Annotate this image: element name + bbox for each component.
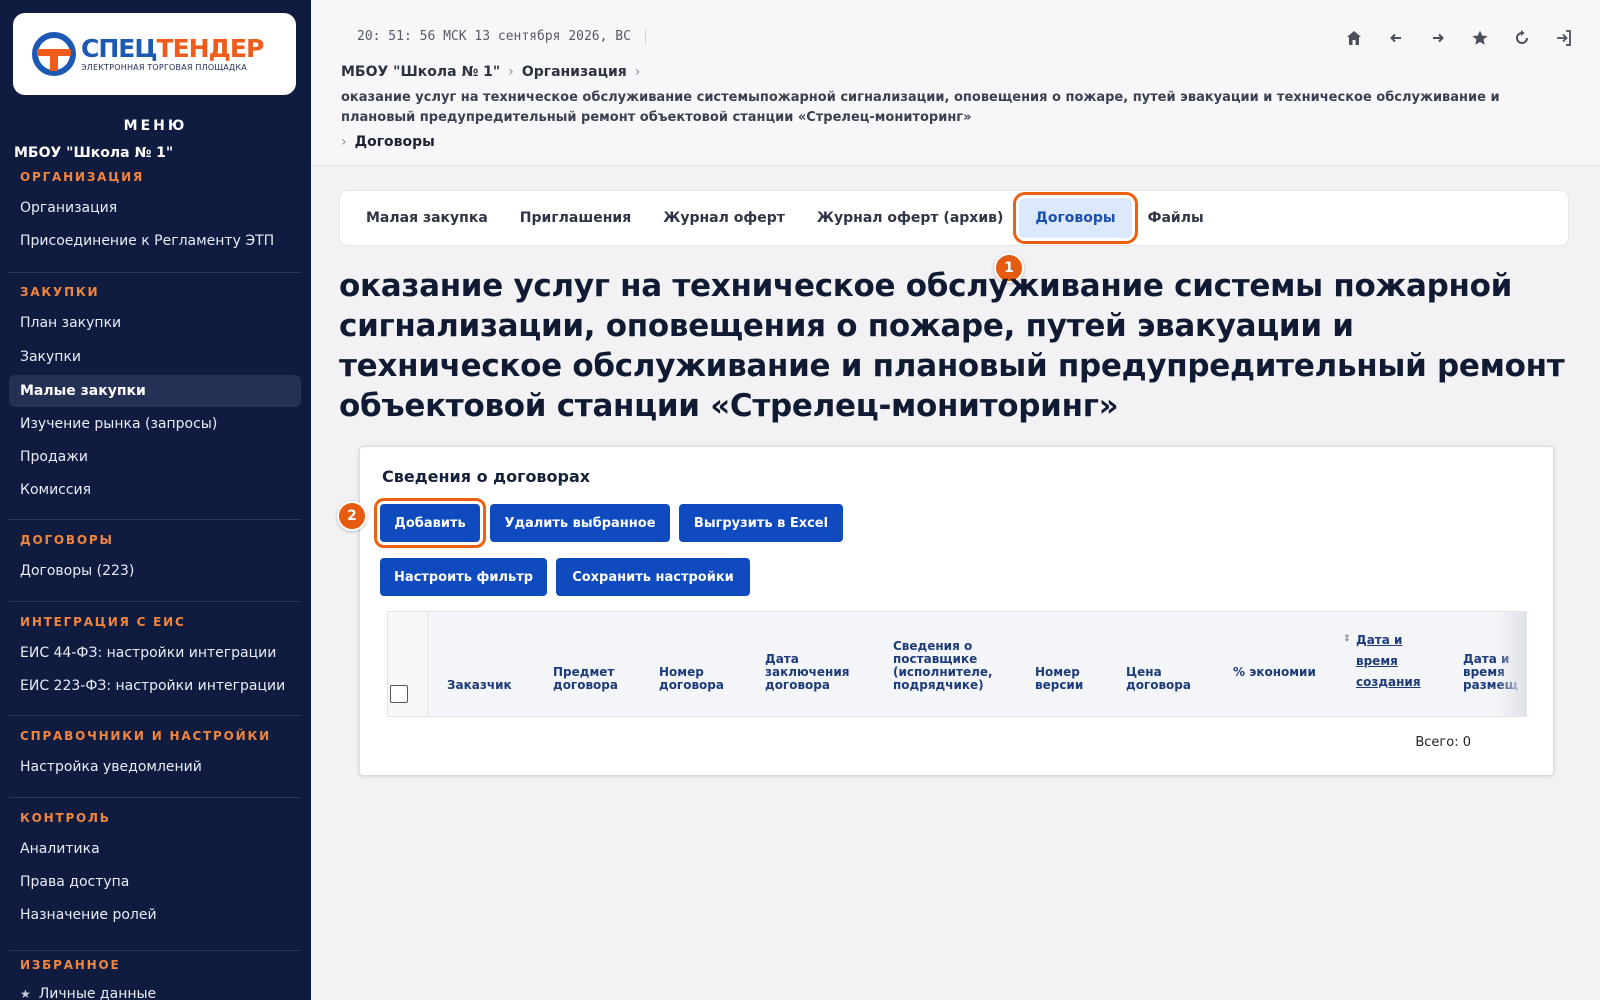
sidebar-item-procurement-plan[interactable]: План закупки [9,307,301,339]
sidebar-item-market-research[interactable]: Изучение рынка (запросы) [9,408,301,440]
column-header-version[interactable]: Номер версии [1035,666,1105,692]
clock: 20: 51: 56 МСК 13 сентября 2026, ВС [357,29,646,44]
sidebar-item-roles[interactable]: Назначение ролей [9,899,301,931]
sidebar: СПЕЦТЕНДЕР ЭЛЕКТРОННАЯ ТОРГОВАЯ ПЛОЩАДКА… [0,0,311,1000]
breadcrumb: МБОУ "Школа № 1" › Организация › [341,64,648,80]
table-scroll-fade [1496,612,1526,716]
section-title-eis-integration: ИНТЕГРАЦИЯ С ЕИС [20,615,186,629]
breadcrumb-section[interactable]: Организация [522,64,627,80]
sidebar-divider [9,519,301,520]
sidebar-divider [9,715,301,716]
page-title: оказание услуг на техническое обслуживан… [339,268,1565,424]
section-title-favorites: ИЗБРАННОЕ [20,958,121,972]
logo-subtitle: ЭЛЕКТРОННАЯ ТОРГОВАЯ ПЛОЩАДКА [81,63,247,72]
section-title-organization: ОРГАНИЗАЦИЯ [20,170,145,184]
column-header-price[interactable]: Цена договора [1126,666,1216,692]
section-title-contracts: ДОГОВОРЫ [20,533,114,547]
logo[interactable]: СПЕЦТЕНДЕР ЭЛЕКТРОННАЯ ТОРГОВАЯ ПЛОЩАДКА [13,13,296,95]
column-header-number[interactable]: Номер договора [659,666,749,692]
forward-arrow-icon[interactable] [1426,26,1450,50]
sidebar-org-name: МБОУ "Школа № 1" [14,145,174,161]
tab-files[interactable]: Файлы [1132,198,1220,238]
sidebar-divider [9,601,301,602]
back-arrow-icon[interactable] [1384,26,1408,50]
column-header-conclusion-date[interactable]: Дата заключения договора [765,653,865,692]
logo-mark-icon [31,31,77,77]
section-title-settings: СПРАВОЧНИКИ И НАСТРОЙКИ [20,729,271,743]
logout-icon[interactable] [1552,26,1576,50]
column-header-customer[interactable]: Заказчик [447,679,537,692]
total-count: Всего: 0 [1415,735,1471,750]
sidebar-divider [9,797,301,798]
column-header-created[interactable]: Дата и время создания [1356,630,1441,693]
sidebar-item-procurements[interactable]: Закупки [9,341,301,373]
column-header-subject[interactable]: Предмет договора [553,666,643,692]
sidebar-item-personal-data[interactable]: ★ Личные данные [9,978,301,1000]
filter-settings-button[interactable]: Настроить фильтр [380,558,547,596]
save-settings-button[interactable]: Сохранить настройки [556,558,750,596]
sidebar-item-commission[interactable]: Комиссия [9,474,301,506]
main-content: 20: 51: 56 МСК 13 сентября 2026, ВС МБОУ… [311,0,1600,1000]
sidebar-item-eis-44[interactable]: ЕИС 44-ФЗ: настройки интеграции [9,637,301,669]
sidebar-item-small-procurements[interactable]: Малые закупки [9,375,301,407]
select-all-checkbox[interactable] [390,685,408,703]
breadcrumb-current: › Договоры [341,134,435,150]
sidebar-item-organization[interactable]: Организация [9,192,301,224]
breadcrumb-org[interactable]: МБОУ "Школа № 1" [341,64,500,80]
logo-name-part2: ТЕНДЕР [156,34,265,63]
sidebar-divider [9,272,301,273]
top-icons [1342,26,1576,50]
contracts-card: Сведения о договорах Добавить Удалить вы… [359,446,1554,776]
tab-contracts[interactable]: Договоры [1013,192,1138,244]
breadcrumb-procurement[interactable]: оказание услуг на техническое обслуживан… [341,88,1571,128]
sidebar-item-regulation[interactable]: Присоединение к Регламенту ЭТП [9,225,301,257]
contracts-table: Заказчик Предмет договора Номер договора… [387,611,1527,717]
sidebar-item-contracts[interactable]: Договоры (223) [9,555,301,587]
top-header: 20: 51: 56 МСК 13 сентября 2026, ВС МБОУ… [311,0,1600,166]
home-icon[interactable] [1342,26,1366,50]
sidebar-item-eis-223[interactable]: ЕИС 223-ФЗ: настройки интеграции [9,670,301,702]
column-header-economy[interactable]: % экономии [1233,666,1323,679]
export-excel-button[interactable]: Выгрузить в Excel [679,504,843,542]
section-title-procurements: ЗАКУПКИ [20,285,100,299]
sidebar-item-access-rights[interactable]: Права доступа [9,866,301,898]
tab-small-procurement[interactable]: Малая закупка [350,198,504,238]
tab-offers-archive[interactable]: Журнал оферт (архив) [801,198,1020,238]
tab-invitations[interactable]: Приглашения [504,198,647,238]
breadcrumb-separator: › [341,134,347,150]
add-button[interactable]: Добавить [374,498,486,548]
select-column-header [388,612,428,716]
breadcrumb-separator: › [508,64,514,80]
step-marker-2: 2 [337,501,367,531]
tab-bar: Малая закупка Приглашения Журнал оферт Ж… [339,190,1569,246]
column-header-supplier[interactable]: Сведения о поставщике (исполнителе, подр… [893,640,1013,692]
breadcrumb-current-label: Договоры [354,134,435,150]
star-icon: ★ [20,987,31,1000]
sidebar-item-notifications[interactable]: Настройка уведомлений [9,751,301,783]
menu-title: МЕНЮ [123,118,188,134]
logo-name-part1: СПЕЦ [81,34,158,63]
sidebar-divider [9,950,301,951]
sidebar-item-sales[interactable]: Продажи [9,441,301,473]
section-title-control: КОНТРОЛЬ [20,811,111,825]
refresh-icon[interactable] [1510,26,1534,50]
card-title: Сведения о договорах [382,467,591,486]
delete-selected-button[interactable]: Удалить выбранное [490,504,670,542]
breadcrumb-separator: › [634,64,641,80]
sidebar-item-analytics[interactable]: Аналитика [9,833,301,865]
star-icon[interactable] [1468,26,1492,50]
tab-offers-journal[interactable]: Журнал оферт [647,198,801,238]
sidebar-item-label: Личные данные [38,986,157,1000]
sort-icon[interactable]: ⇕ [1343,634,1351,644]
